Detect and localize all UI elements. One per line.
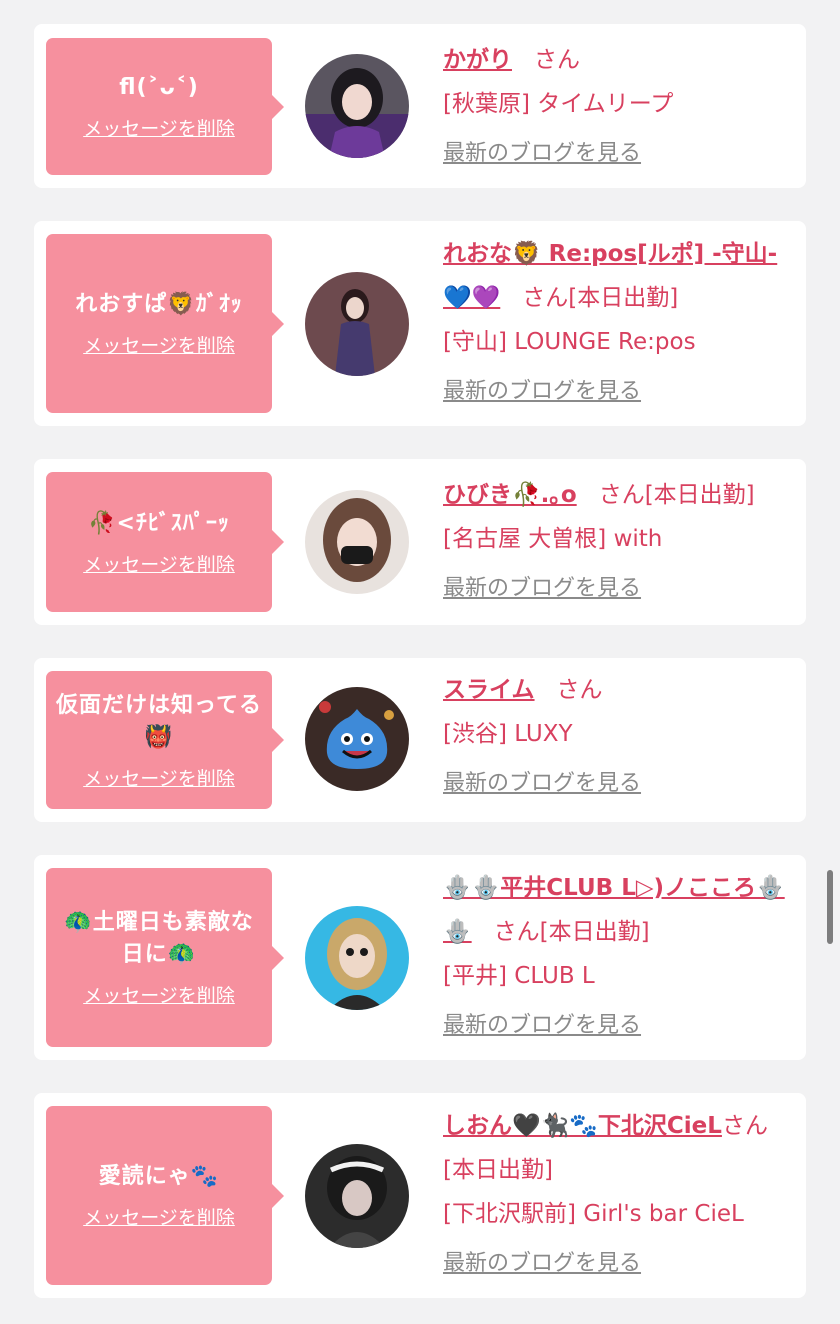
avatar[interactable]	[305, 272, 409, 376]
view-blog-link[interactable]: 最新のブログを見る	[443, 567, 641, 611]
delete-message-link[interactable]: メッセージを削除	[83, 1203, 235, 1230]
message-list: ﬂ(˃ᴗ˂) メッセージを削除 かがり さん [秋葉原] タイムリープ 最新のブロ…	[0, 0, 840, 1324]
avatar[interactable]	[305, 687, 409, 791]
message-text: 🦚土曜日も素敵な日に🦚	[64, 910, 254, 967]
list-item: ﬂ(˃ᴗ˂) メッセージを削除 かがり さん [秋葉原] タイムリープ 最新のブロ…	[34, 24, 806, 188]
honorific: さん	[556, 677, 603, 703]
profile-info: ひびき🥀.｡o さん[本日出勤] [名古屋 大曽根] with 最新のブログを見る	[443, 473, 793, 611]
profile-info: しおん🖤🐈‍⬛🐾下北沢CieLさん [本日出勤] [下北沢駅前] Girl's b…	[443, 1104, 793, 1286]
profile-info: れおな🦁 Re:pos[ルポ] -守山-💙💜 さん[本日出勤] [守山] LOUN…	[443, 232, 793, 414]
view-blog-link[interactable]: 最新のブログを見る	[443, 762, 641, 806]
shop-name: [渋谷] LUXY	[443, 721, 573, 747]
shop-name: [名古屋 大曽根] with	[443, 526, 663, 552]
message-bubble: 🦚土曜日も素敵な日に🦚 メッセージを削除	[46, 868, 284, 1047]
message-text: 仮面だけは知ってる👹	[56, 692, 262, 750]
honorific: さん	[598, 482, 645, 508]
view-blog-link[interactable]: 最新のブログを見る	[443, 370, 641, 414]
message-text: 🥀<ﾁﾋﾞｽﾊﾟｰｯ	[88, 510, 230, 536]
attendance-status: [本日出勤]	[443, 1157, 553, 1183]
view-blog-link[interactable]: 最新のブログを見る	[443, 132, 641, 176]
message-text: 愛読にゃ🐾	[98, 1164, 220, 1189]
delete-message-link[interactable]: メッセージを削除	[83, 764, 235, 791]
avatar[interactable]	[305, 906, 409, 1010]
message-bubble: れおすぱ🦁ｶﾞｵｯ メッセージを削除	[46, 234, 284, 413]
delete-message-link[interactable]: メッセージを削除	[83, 550, 235, 577]
shop-name: [下北沢駅前] Girl's bar CieL	[443, 1201, 744, 1227]
honorific: さん	[522, 285, 569, 311]
avatar[interactable]	[305, 54, 409, 158]
attendance-status: [本日出勤]	[568, 285, 679, 311]
scrollbar[interactable]	[827, 870, 833, 944]
attendance-status: [本日出勤]	[644, 482, 755, 508]
profile-info: 🪬🪬平井CLUB L▷)ノこころ🪬🪬 さん[本日出勤] [平井] CLUB L 最…	[443, 866, 793, 1048]
view-blog-link[interactable]: 最新のブログを見る	[443, 1242, 641, 1286]
shop-name: [守山] LOUNGE Re:pos	[443, 329, 696, 355]
avatar[interactable]	[305, 1144, 409, 1248]
avatar[interactable]	[305, 490, 409, 594]
message-text: ﬂ(˃ᴗ˂)	[119, 75, 199, 100]
cast-name-link[interactable]: かがり	[443, 47, 512, 73]
cast-name-link[interactable]: スライム	[443, 677, 535, 703]
shop-name: [平井] CLUB L	[443, 963, 595, 989]
list-item: 🦚土曜日も素敵な日に🦚 メッセージを削除 🪬🪬平井CLUB L▷)ノこころ🪬🪬 さ…	[34, 855, 806, 1060]
message-bubble: 🥀<ﾁﾋﾞｽﾊﾟｰｯ メッセージを削除	[46, 472, 284, 612]
cast-name-link[interactable]: しおん🖤🐈‍⬛🐾下北沢CieL	[443, 1113, 722, 1139]
delete-message-link[interactable]: メッセージを削除	[83, 981, 235, 1008]
attendance-status: [本日出勤]	[539, 919, 650, 945]
profile-info: スライム さん [渋谷] LUXY 最新のブログを見る	[443, 668, 793, 806]
delete-message-link[interactable]: メッセージを削除	[83, 114, 235, 141]
honorific: さん	[534, 47, 580, 73]
view-blog-link[interactable]: 最新のブログを見る	[443, 1004, 641, 1048]
list-item: 仮面だけは知ってる👹 メッセージを削除 スライム さん [渋谷] LUXY 最新の…	[34, 658, 806, 822]
cast-name-link[interactable]: ひびき🥀.｡o	[443, 482, 577, 508]
message-bubble: 仮面だけは知ってる👹 メッセージを削除	[46, 671, 284, 809]
list-item: 愛読にゃ🐾 メッセージを削除 しおん🖤🐈‍⬛🐾下北沢CieLさん [本日出勤] […	[34, 1093, 806, 1298]
list-item: 🥀<ﾁﾋﾞｽﾊﾟｰｯ メッセージを削除 ひびき🥀.｡o さん[本日出勤] [名古屋…	[34, 459, 806, 625]
delete-message-link[interactable]: メッセージを削除	[83, 331, 235, 358]
shop-name: [秋葉原] タイムリープ	[443, 91, 674, 117]
profile-info: かがり さん [秋葉原] タイムリープ 最新のブログを見る	[443, 38, 793, 176]
message-text: れおすぱ🦁ｶﾞｵｯ	[75, 292, 243, 317]
message-bubble: ﬂ(˃ᴗ˂) メッセージを削除	[46, 38, 284, 175]
list-item: れおすぱ🦁ｶﾞｵｯ メッセージを削除 れおな🦁 Re:pos[ルポ] -守山-💙…	[34, 221, 806, 426]
honorific: さん	[721, 1113, 768, 1139]
honorific: さん	[493, 919, 540, 945]
message-bubble: 愛読にゃ🐾 メッセージを削除	[46, 1106, 284, 1285]
